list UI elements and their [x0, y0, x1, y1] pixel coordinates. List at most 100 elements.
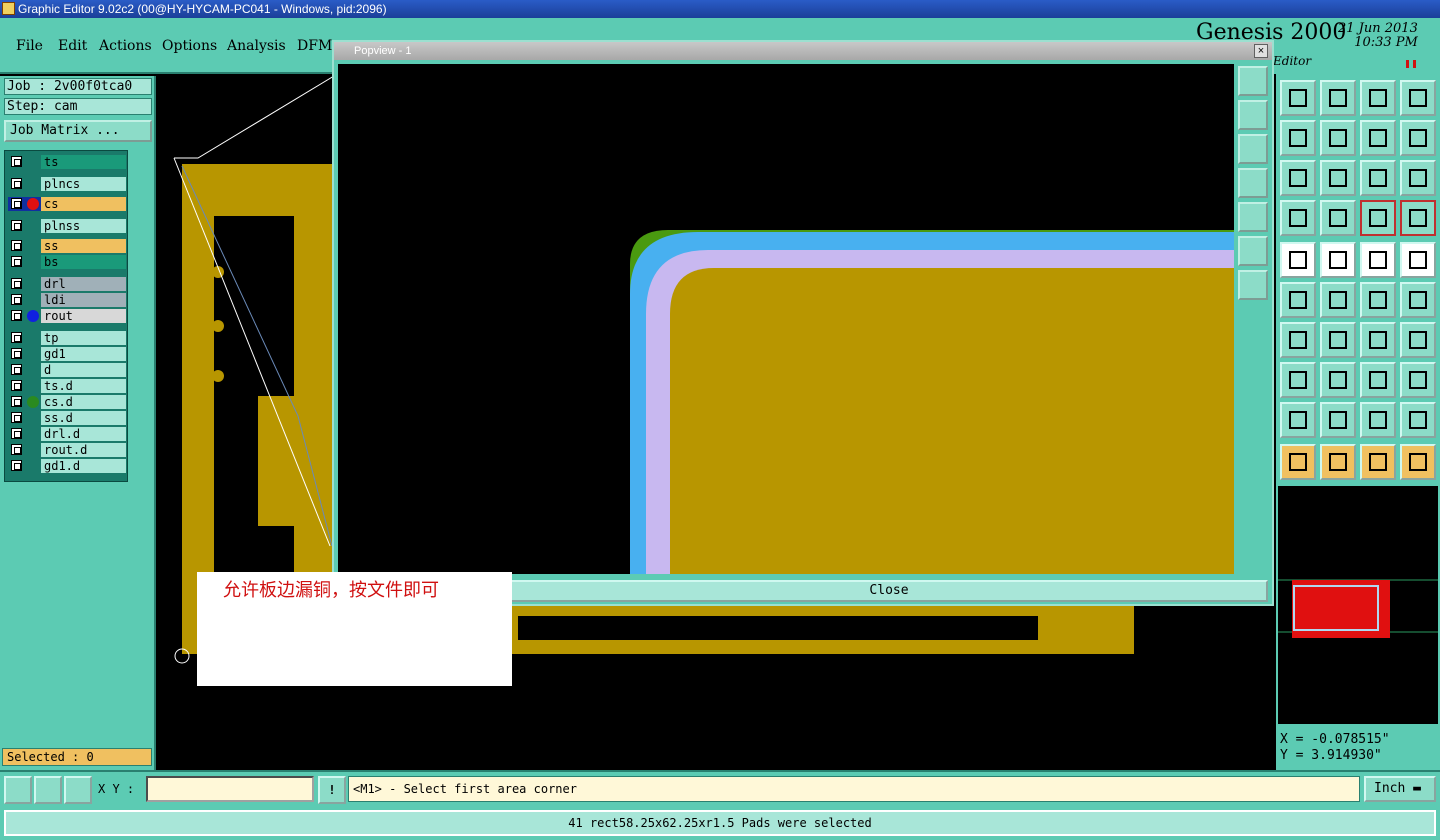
menu-analysis[interactable]: Analysis: [227, 38, 286, 54]
layer-name[interactable]: tp: [41, 331, 126, 345]
layers-red2-icon[interactable]: [1400, 200, 1436, 236]
layer-checkbox[interactable]: [11, 380, 22, 391]
menu-actions[interactable]: Actions: [99, 38, 152, 54]
zoom-home-icon[interactable]: [1280, 80, 1316, 116]
popview-pan-left-icon[interactable]: [1238, 168, 1268, 198]
layer-name[interactable]: ts: [41, 155, 126, 169]
select4-icon[interactable]: [1400, 444, 1436, 480]
layer-checkbox[interactable]: [11, 310, 22, 321]
tri3-icon[interactable]: [1360, 402, 1396, 438]
layer-name[interactable]: ts.d: [41, 379, 126, 393]
cross-icon[interactable]: [1320, 282, 1356, 318]
layer-row-cs.d[interactable]: cs.d: [8, 395, 126, 409]
layer-checkbox[interactable]: [11, 428, 22, 439]
layer-checkbox[interactable]: [11, 278, 22, 289]
copy-icon[interactable]: [1400, 362, 1436, 398]
close-icon[interactable]: ×: [1254, 44, 1268, 58]
layer-checkbox[interactable]: [11, 460, 22, 471]
popview-zoom-out-icon[interactable]: [1238, 100, 1268, 130]
layer-checkbox[interactable]: [11, 198, 22, 209]
drill-icon[interactable]: [1280, 242, 1316, 278]
popview-center-icon[interactable]: [1238, 270, 1268, 300]
grid-icon[interactable]: [1320, 200, 1356, 236]
layer-checkbox[interactable]: [11, 332, 22, 343]
close-button[interactable]: Close: [510, 580, 1268, 602]
layer-name[interactable]: gd1.d: [41, 459, 126, 473]
layer-name[interactable]: plnss: [41, 219, 126, 233]
snap-icon[interactable]: [1400, 282, 1436, 318]
select-icon[interactable]: [1280, 444, 1316, 480]
layer-row-drl[interactable]: drl: [8, 277, 126, 291]
xy-input[interactable]: [146, 776, 314, 802]
layer-name[interactable]: drl.d: [41, 427, 126, 441]
menu-options[interactable]: Options: [162, 38, 217, 54]
layer-name[interactable]: drl: [41, 277, 126, 291]
layer-name[interactable]: cs.d: [41, 395, 126, 409]
zoom-out-icon[interactable]: [1320, 80, 1356, 116]
layer-checkbox[interactable]: [11, 240, 22, 251]
layer-row-ldi[interactable]: ldi: [8, 293, 126, 307]
popview-canvas[interactable]: [338, 64, 1234, 574]
resize-icon[interactable]: [4, 776, 32, 804]
ruler-icon[interactable]: [1360, 242, 1396, 278]
measure-icon[interactable]: [34, 776, 62, 804]
tri4-icon[interactable]: [1400, 402, 1436, 438]
layer-row-ts.d[interactable]: ts.d: [8, 379, 126, 393]
line-icon[interactable]: [1320, 242, 1356, 278]
job-matrix-button[interactable]: Job Matrix ...: [4, 120, 152, 142]
layers-red-icon[interactable]: [1360, 200, 1396, 236]
pan-left-icon[interactable]: [1280, 120, 1316, 156]
snake-icon[interactable]: [1400, 120, 1436, 156]
scale-1-2-icon[interactable]: [1360, 160, 1396, 196]
alert-icon[interactable]: !: [318, 776, 346, 804]
minimap[interactable]: [1278, 486, 1438, 724]
layer-name[interactable]: gd1: [41, 347, 126, 361]
popview-zoom-in-icon[interactable]: [1238, 134, 1268, 164]
fit-icon[interactable]: [1280, 160, 1316, 196]
popview-fit-icon[interactable]: [1238, 236, 1268, 266]
move-icon[interactable]: [1360, 282, 1396, 318]
layer-name[interactable]: ldi: [41, 293, 126, 307]
layer-name[interactable]: cs: [41, 197, 126, 211]
layer-row-rout[interactable]: rout: [8, 309, 126, 323]
connect-icon[interactable]: [1280, 282, 1316, 318]
help-icon[interactable]: [1400, 160, 1436, 196]
pan-right-icon[interactable]: [1320, 120, 1356, 156]
tri-icon[interactable]: [1280, 402, 1316, 438]
split-view-icon[interactable]: [1400, 80, 1436, 116]
layer-row-ss.d[interactable]: ss.d: [8, 411, 126, 425]
layer-row-tp[interactable]: tp: [8, 331, 126, 345]
layer-row-cs[interactable]: cs: [8, 197, 126, 211]
layer-row-ts[interactable]: ts: [8, 155, 126, 169]
angle-icon[interactable]: [1280, 322, 1316, 358]
layer-row-gd1[interactable]: gd1: [8, 347, 126, 361]
layer-name[interactable]: bs: [41, 255, 126, 269]
layer-row-plncs[interactable]: plncs: [8, 177, 126, 191]
layer-checkbox[interactable]: [11, 412, 22, 423]
layer-row-d[interactable]: d: [8, 363, 126, 377]
layer-name[interactable]: plncs: [41, 177, 126, 191]
unit-selector[interactable]: Inch ▬: [1364, 776, 1436, 802]
undo-view-icon[interactable]: [1360, 120, 1396, 156]
layer-row-plnss[interactable]: plnss: [8, 219, 126, 233]
popview-pan-right-icon[interactable]: [1238, 202, 1268, 232]
layer-checkbox[interactable]: [11, 178, 22, 189]
layer-row-drl.d[interactable]: drl.d: [8, 427, 126, 441]
tri2-icon[interactable]: [1320, 402, 1356, 438]
diagonal-icon[interactable]: [1320, 322, 1356, 358]
layer-name[interactable]: ss.d: [41, 411, 126, 425]
layer-row-ss[interactable]: ss: [8, 239, 126, 253]
layer-name[interactable]: ss: [41, 239, 126, 253]
select3-icon[interactable]: [1360, 444, 1396, 480]
layer-name[interactable]: d: [41, 363, 126, 377]
select2-icon[interactable]: [1320, 444, 1356, 480]
home-icon[interactable]: [1360, 80, 1396, 116]
layer-name[interactable]: rout: [41, 309, 126, 323]
snap-grid-icon[interactable]: [64, 776, 92, 804]
rotate-icon[interactable]: [1360, 322, 1396, 358]
zoom-fit-icon[interactable]: [1320, 160, 1356, 196]
layer-row-gd1.d[interactable]: gd1.d: [8, 459, 126, 473]
pad-icon[interactable]: [1400, 242, 1436, 278]
tools-icon[interactable]: [1280, 200, 1316, 236]
layer-checkbox[interactable]: [11, 294, 22, 305]
